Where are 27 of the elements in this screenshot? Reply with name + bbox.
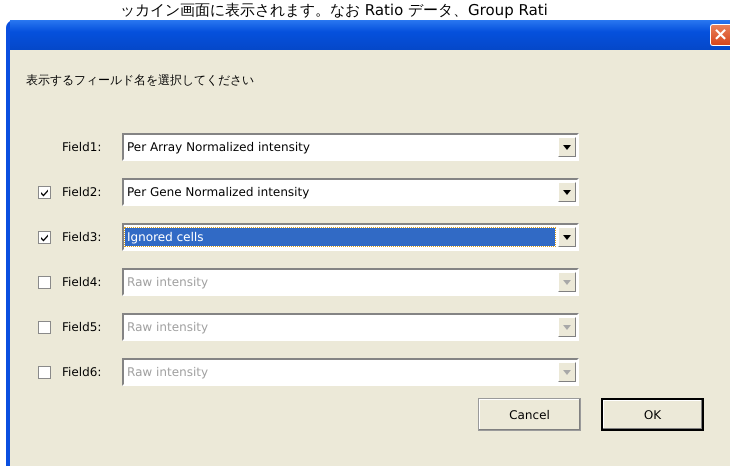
caret-icon: [563, 324, 571, 330]
caption-text: ッカイン画面に表示されます。なお Ratio データ、Group Rati: [119, 0, 549, 20]
close-button[interactable]: ×: [710, 24, 730, 46]
field-label: Field2:: [62, 185, 102, 199]
caret-icon: [563, 190, 571, 194]
caret-icon: [563, 370, 571, 374]
field-label: Field5:: [62, 320, 102, 334]
dialog-button[interactable]: Cancel: [478, 398, 581, 431]
field-label: Field4:: [62, 275, 102, 289]
dropdown-arrow-button[interactable]: [558, 227, 576, 247]
caret-icon: [563, 280, 571, 284]
dropdown-arrow-button[interactable]: [558, 137, 576, 157]
check-icon: [40, 232, 48, 242]
checkbox[interactable]: [38, 186, 50, 198]
caret-icon: [563, 234, 571, 240]
field-label: Field6:: [62, 365, 102, 379]
caret-icon: [563, 144, 571, 150]
prompt-text: 表示するフィールド名を選択してください: [26, 72, 254, 89]
check-icon: [40, 188, 48, 196]
dropdown[interactable]: Per Array Normalized intensity: [122, 133, 579, 161]
dropdown[interactable]: Ignored cells: [122, 223, 579, 251]
dialog-button[interactable]: OK: [601, 398, 704, 431]
dropdown[interactable]: Per Gene Normalized intensity: [122, 178, 579, 206]
dropdown-arrow-button[interactable]: [558, 182, 576, 202]
field-label: Field1:: [62, 140, 102, 154]
checkbox[interactable]: [38, 230, 50, 244]
field-label: Field3:: [62, 230, 102, 244]
